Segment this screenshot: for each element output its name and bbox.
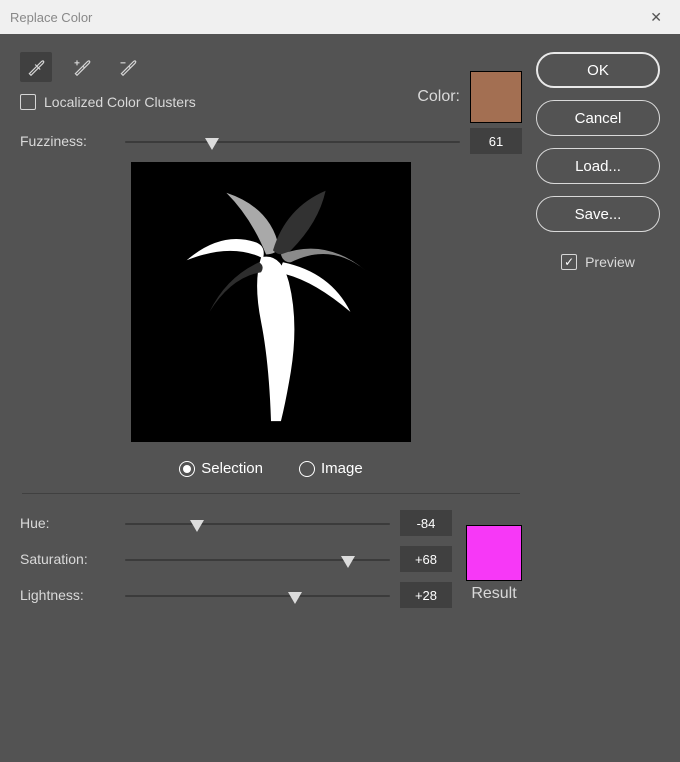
ok-button[interactable]: OK xyxy=(536,52,660,88)
hue-label: Hue: xyxy=(20,515,115,531)
localized-clusters-label: Localized Color Clusters xyxy=(44,94,196,110)
slider-thumb-icon xyxy=(288,592,302,604)
radio-icon xyxy=(179,461,195,477)
fuzziness-input[interactable] xyxy=(470,128,522,154)
load-button[interactable]: Load... xyxy=(536,148,660,184)
lightness-input[interactable] xyxy=(400,582,452,608)
eyedropper-plus-icon[interactable] xyxy=(66,52,98,82)
eyedropper-minus-icon[interactable] xyxy=(112,52,144,82)
hue-slider[interactable] xyxy=(125,514,390,532)
fuzziness-label: Fuzziness: xyxy=(20,133,115,149)
radio-icon xyxy=(299,461,315,477)
saturation-label: Saturation: xyxy=(20,551,115,567)
cancel-button[interactable]: Cancel xyxy=(536,100,660,136)
eyedropper-icon[interactable] xyxy=(20,52,52,82)
save-button[interactable]: Save... xyxy=(536,196,660,232)
color-label: Color: xyxy=(417,88,460,106)
preview-label: Preview xyxy=(585,254,635,270)
display-mode-group: Selection Image xyxy=(20,460,522,477)
preview-checkbox[interactable]: Preview xyxy=(536,254,660,270)
localized-clusters-checkbox[interactable]: Localized Color Clusters xyxy=(20,94,395,110)
lightness-slider[interactable] xyxy=(125,586,390,604)
window-title: Replace Color xyxy=(10,10,92,25)
lightness-label: Lightness: xyxy=(20,587,115,603)
radio-selection[interactable]: Selection xyxy=(179,460,263,477)
divider xyxy=(22,493,520,494)
fuzziness-slider[interactable] xyxy=(125,132,460,150)
saturation-input[interactable] xyxy=(400,546,452,572)
checkbox-icon xyxy=(20,94,36,110)
result-label: Result xyxy=(471,585,516,603)
slider-thumb-icon xyxy=(205,138,219,150)
slider-thumb-icon xyxy=(190,520,204,532)
hue-input[interactable] xyxy=(400,510,452,536)
radio-image[interactable]: Image xyxy=(299,460,363,477)
close-icon[interactable]: ✕ xyxy=(642,5,670,30)
eyedropper-toolbar xyxy=(20,52,395,82)
title-bar: Replace Color ✕ xyxy=(0,0,680,34)
saturation-slider[interactable] xyxy=(125,550,390,568)
slider-thumb-icon xyxy=(341,556,355,568)
selection-preview xyxy=(131,162,411,442)
result-color-swatch[interactable] xyxy=(466,525,522,581)
source-color-swatch[interactable] xyxy=(470,71,522,123)
checkbox-icon xyxy=(561,254,577,270)
